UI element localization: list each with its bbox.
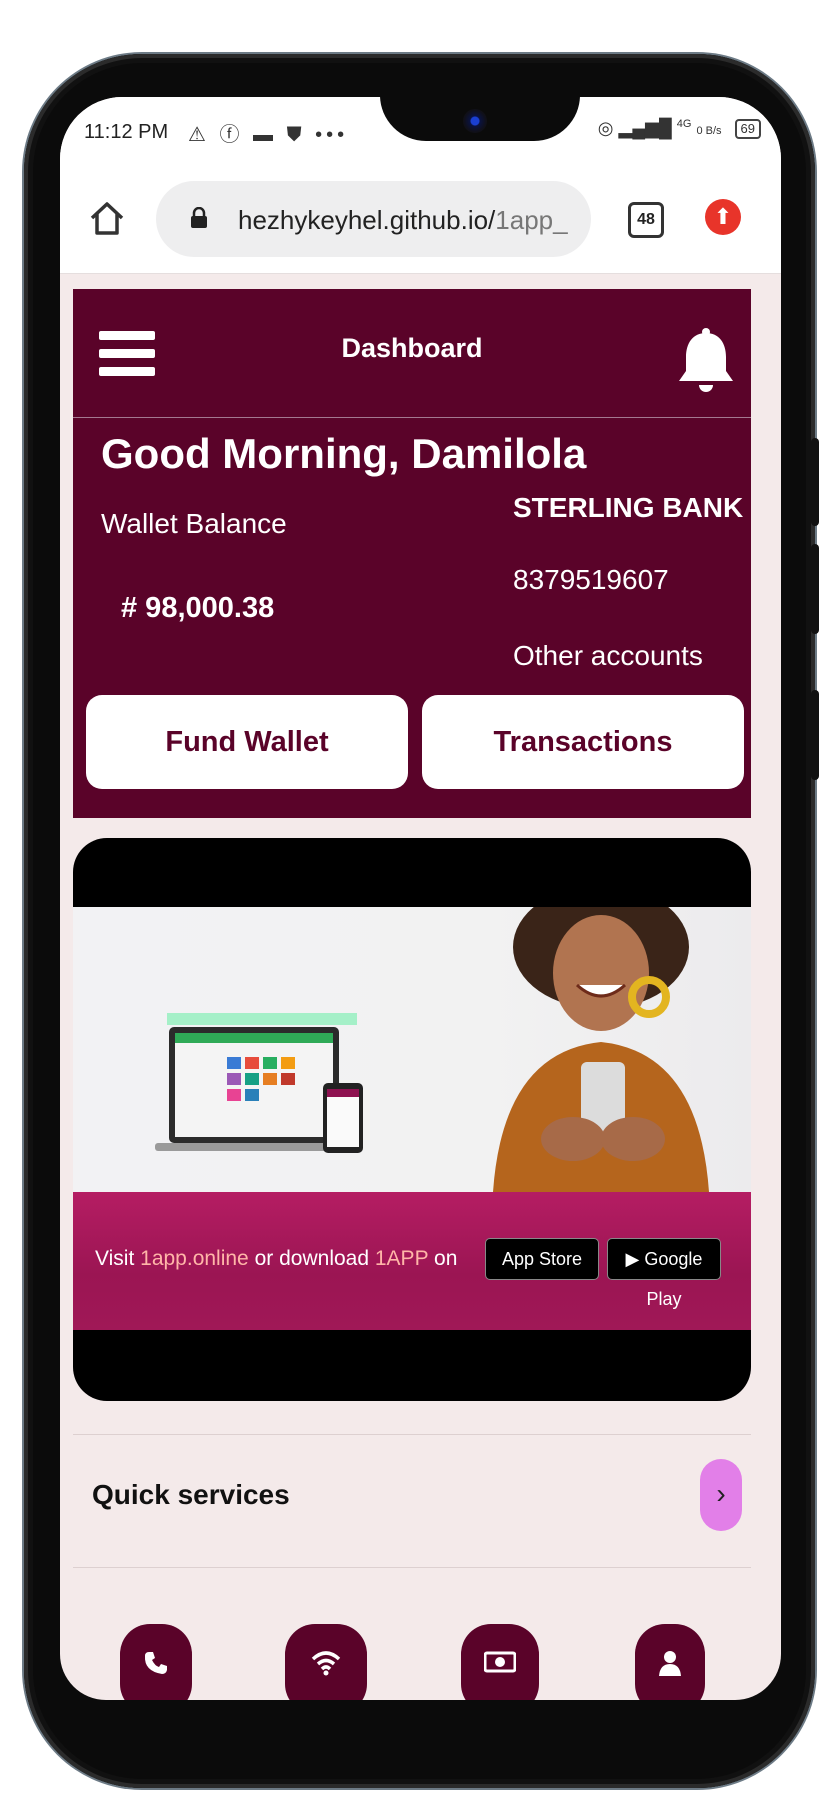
cash-icon-button[interactable]: [461, 1624, 539, 1700]
user-icon: [659, 1651, 681, 1676]
woman-with-phone-photo: [493, 907, 709, 1192]
banner-strip: Visit 1app.online or download 1APP on Ap…: [73, 1192, 751, 1330]
banner-on: on: [434, 1247, 458, 1270]
page-title: Dashboard: [341, 333, 483, 363]
browser-toolbar: hezhykeyhel.github.io/1app_ 48 ⬆: [60, 169, 781, 274]
transactions-button[interactable]: Transactions: [422, 695, 744, 789]
network-type: 4G: [676, 118, 692, 130]
phone-icon: [144, 1652, 167, 1674]
phone-side-button-bottom: [811, 690, 819, 780]
banner-download: download: [279, 1247, 370, 1270]
phone-side-button-top: [811, 438, 819, 526]
user-icon-button[interactable]: [635, 1624, 705, 1700]
url-text: hezhykeyhel.github.io/1app_: [238, 205, 578, 236]
laptop-illustration: [155, 1013, 363, 1153]
phone-icon-button[interactable]: [120, 1624, 192, 1700]
signal-icon: ▂▄▆█: [618, 118, 672, 138]
home-icon[interactable]: [88, 199, 126, 237]
app-store-label: App Store: [501, 1249, 583, 1269]
other-accounts-link[interactable]: Other accounts: [513, 640, 703, 672]
app-header: Dashboard: [73, 289, 751, 418]
banner-caption: Visit 1app.online or download 1APP on: [95, 1247, 457, 1271]
banner-visit: Visit: [95, 1247, 135, 1270]
wallet-balance-label: Wallet Balance: [101, 508, 287, 539]
wifi-icon: [311, 1651, 341, 1676]
quick-services-row[interactable]: Quick services ›: [73, 1434, 751, 1568]
wallet-balance-value: # 98,000.38: [121, 592, 275, 624]
account-panel: Good Morning, Damilola Wallet Balance # …: [73, 418, 751, 818]
greeting: Good Morning, Damilola: [101, 430, 587, 477]
bell-icon[interactable]: [675, 327, 737, 397]
data-speed: 0 B/s: [696, 125, 722, 137]
google-play-label: Google Play: [644, 1249, 703, 1309]
phone-side-button-mid: [811, 544, 819, 634]
update-icon[interactable]: ⬆: [705, 199, 741, 235]
wifi-icon-button[interactable]: [285, 1624, 367, 1700]
cash-icon: [483, 1651, 517, 1673]
quick-services-label: Quick services: [92, 1479, 290, 1510]
bank-name: STERLING BANK: [513, 492, 744, 523]
app-store-badge: App Store: [485, 1238, 599, 1280]
location-icon: ◎: [597, 118, 614, 138]
notification-icons: ⚠ ⓕ ▬ ⛊ •••: [188, 124, 349, 146]
account-number: 8379519607: [513, 564, 669, 595]
banner-site: 1app.online: [140, 1247, 249, 1270]
phone-screen: 11:12 PM ⚠ ⓕ ▬ ⛊ ••• ◎ ▂▄▆█ 4G 0 B/s 69 …: [60, 97, 781, 1700]
status-time: 11:12 PM: [84, 121, 169, 143]
address-bar[interactable]: hezhykeyhel.github.io/1app_: [156, 181, 591, 257]
promo-banner[interactable]: Visit 1app.online or download 1APP on Ap…: [73, 838, 751, 1401]
front-camera: [463, 109, 487, 133]
banner-or: or: [254, 1247, 274, 1270]
url-path: 1app_: [495, 205, 568, 235]
url-host: hezhykeyhel.github.io/: [238, 205, 496, 235]
banner-photo: [73, 907, 751, 1192]
battery-icon: 69: [734, 119, 761, 140]
chevron-right-icon[interactable]: ›: [700, 1459, 742, 1531]
google-play-badge: ▶ Google Play: [607, 1238, 721, 1309]
banner-app-name: 1APP: [374, 1247, 429, 1270]
lock-icon: [191, 207, 207, 228]
status-right-icons: ◎ ▂▄▆█ 4G 0 B/s 69: [597, 118, 761, 140]
fund-wallet-button[interactable]: Fund Wallet: [86, 695, 408, 789]
tabs-button[interactable]: 48: [628, 202, 664, 238]
